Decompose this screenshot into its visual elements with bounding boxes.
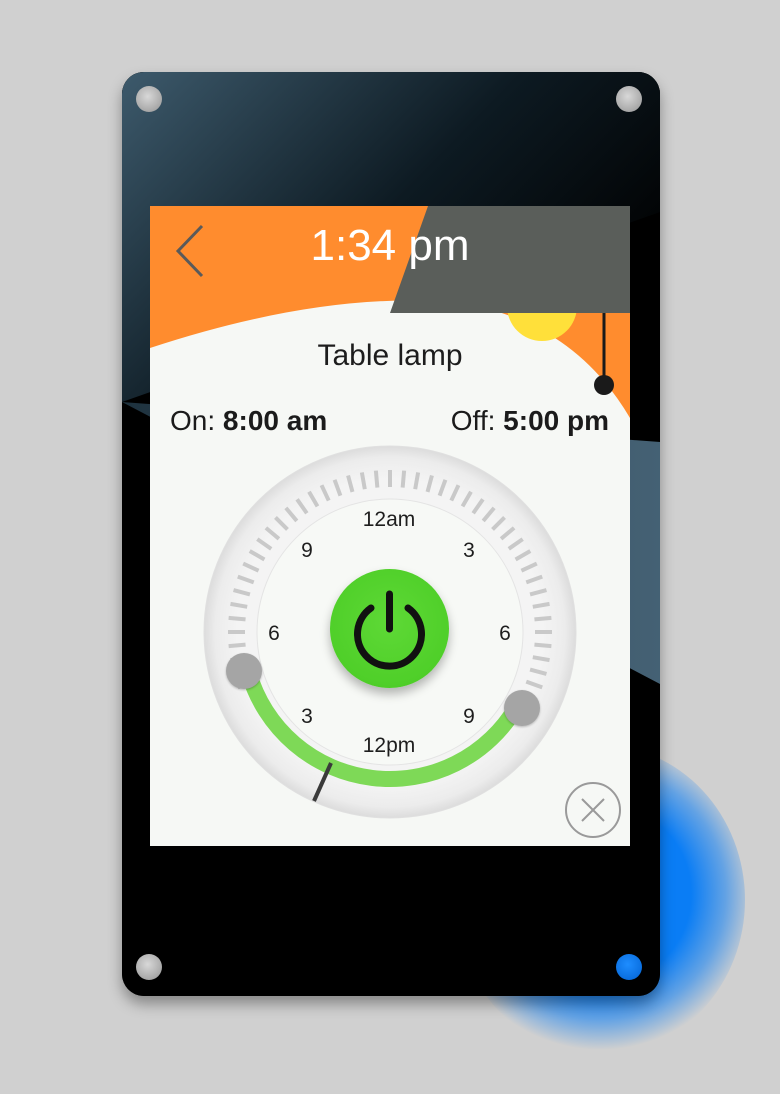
power-button[interactable] — [330, 569, 449, 688]
hour-label-9-lower: 9 — [463, 705, 475, 728]
power-icon — [354, 590, 425, 670]
off-time-handle[interactable] — [504, 690, 540, 726]
hour-label-6-right: 6 — [499, 622, 511, 645]
dial-tick — [373, 470, 380, 488]
close-button[interactable] — [564, 781, 622, 839]
hour-label-12pm: 12pm — [362, 734, 416, 757]
dial-tick — [400, 470, 407, 488]
hour-label-3-upper: 3 — [463, 539, 475, 562]
close-circle-icon — [565, 782, 621, 838]
dial-tick — [534, 615, 552, 622]
hour-label-12am: 12am — [362, 508, 416, 531]
dial-tick — [228, 642, 246, 649]
dial-tick — [534, 642, 552, 649]
thermostat-screen: 1:34 pm Table lamp On: 8:00 am Off: 5:00… — [150, 206, 630, 846]
screw-top-right — [616, 86, 642, 112]
hour-label-6-left: 6 — [268, 622, 280, 645]
on-time-handle[interactable] — [226, 653, 262, 689]
screw-bottom-left — [136, 954, 162, 980]
dial-tick — [228, 615, 246, 622]
hour-label-3-lower: 3 — [301, 705, 313, 728]
screw-top-left — [136, 86, 162, 112]
screw-bottom-right — [616, 954, 642, 980]
hour-label-9-upper: 9 — [301, 539, 313, 562]
